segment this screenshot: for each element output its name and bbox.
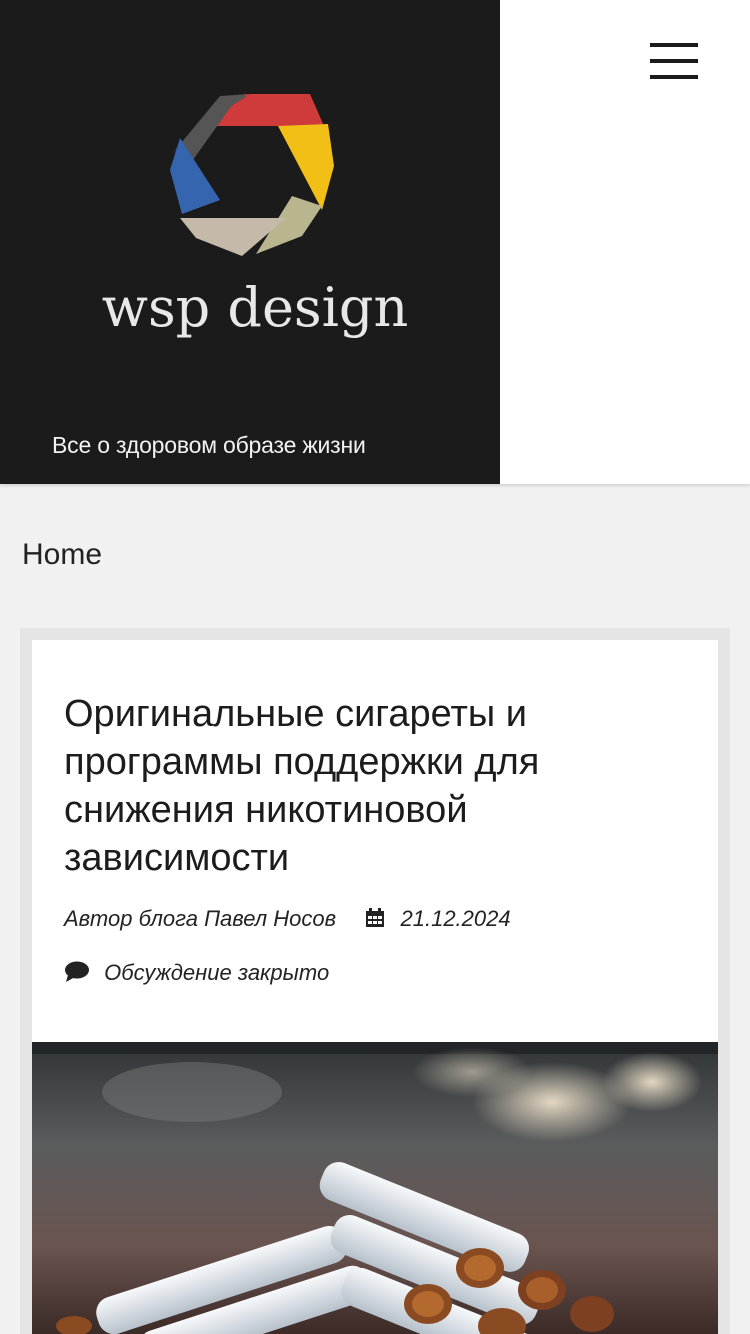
author-link[interactable]: Павел Носов [204,906,336,931]
site-header: wsp design Все о здоровом образе жизни [0,0,750,484]
post-title[interactable]: Оригинальные сигареты и программы поддер… [64,690,664,882]
site-logo[interactable]: wsp design [90,88,420,350]
hamburger-menu-icon[interactable] [646,40,702,84]
logo-text: wsp design [102,276,409,339]
aperture-logo-icon: wsp design [102,94,409,339]
author-prefix: Автор блога [64,906,198,931]
site-tagline: Все о здоровом образе жизни [52,432,366,458]
breadcrumb-home-link[interactable]: Home [22,538,102,571]
featured-image[interactable] [32,1042,718,1334]
post-date[interactable]: 21.12.2024 [401,906,511,931]
calendar-icon [364,907,386,935]
cigarettes-photo [32,1042,718,1334]
comment-icon [64,961,90,989]
comments-text: Обсуждение закрыто [104,960,330,985]
post-meta: Автор блога Павел Носов 21.12.2024 [64,906,511,935]
site-branding: wsp design Все о здоровом образе жизни [0,0,500,484]
article-card: Оригинальные сигареты и программы поддер… [32,640,718,1334]
breadcrumb: Home [22,538,102,572]
comments-status: Обсуждение закрыто [64,960,329,989]
